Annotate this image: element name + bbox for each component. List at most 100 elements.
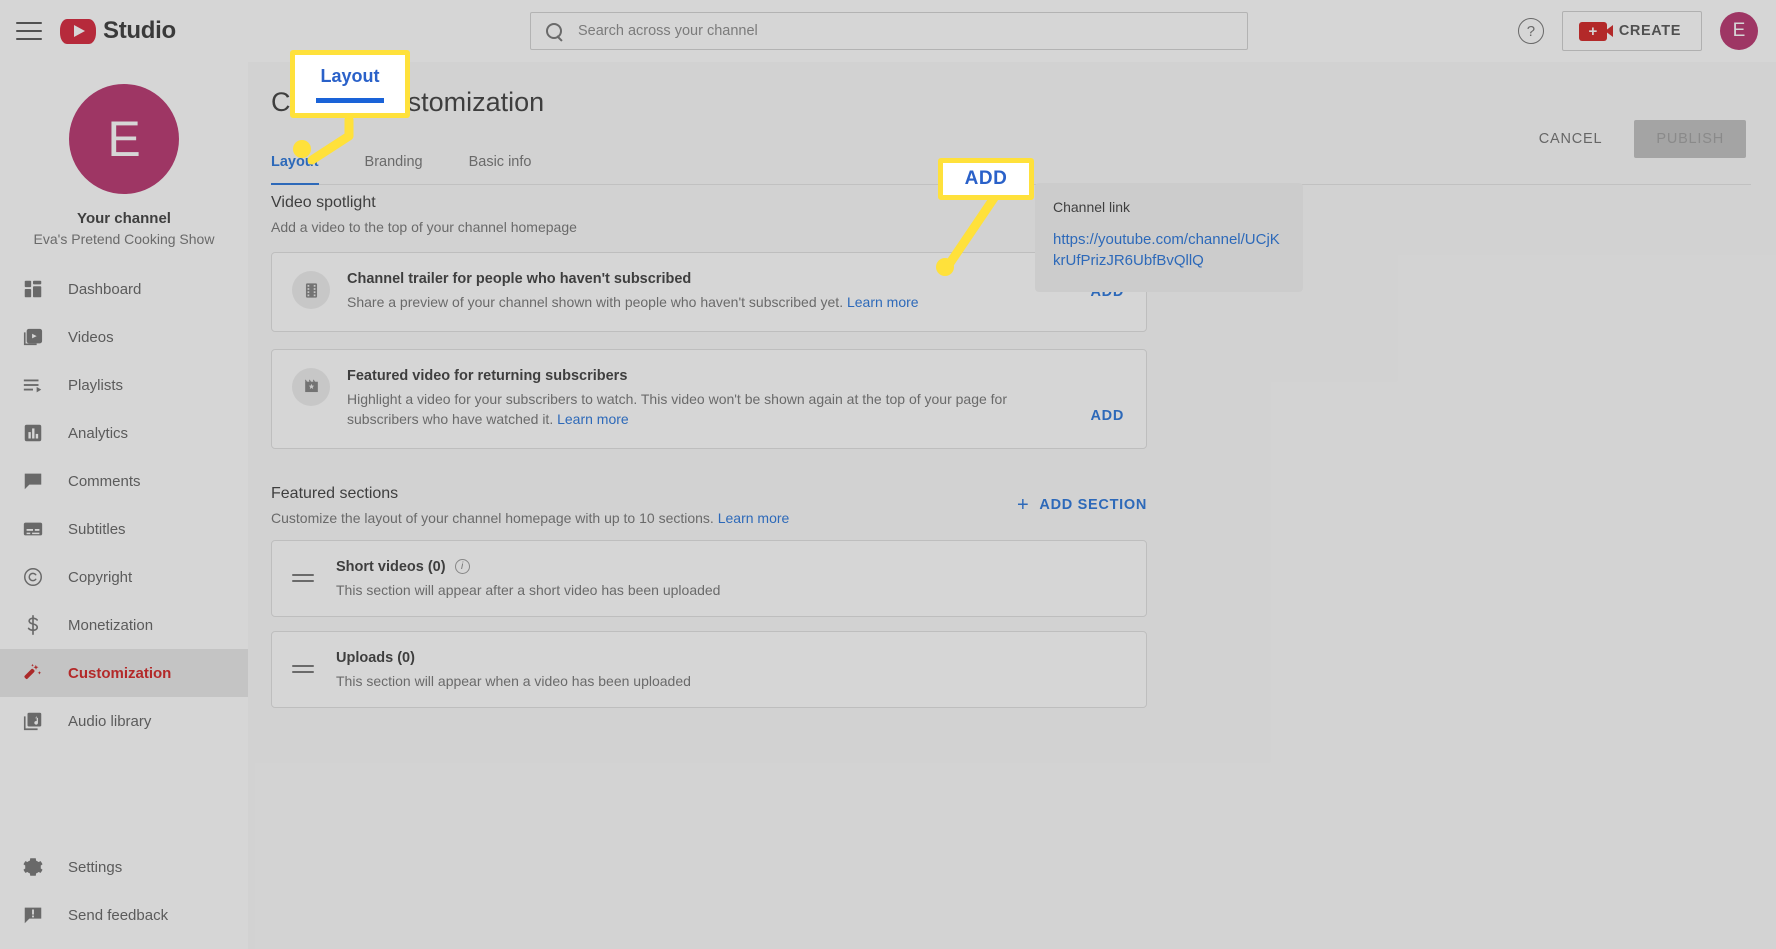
sidebar-item-playlists[interactable]: Playlists [0,361,248,409]
create-button-label: CREATE [1618,23,1681,39]
subtitles-icon [20,516,46,542]
video-spotlight-heading: Video spotlight [271,194,376,211]
sidebar-item-label: Customization [68,664,172,682]
plus-icon: + [1017,493,1030,516]
sidebar: E Your channel Eva's Pretend Cooking Sho… [0,62,248,949]
top-bar-actions: ? + CREATE E [1517,0,1758,62]
dollar-icon [20,612,46,638]
music-library-icon [20,708,46,734]
page-title: Channel customization [271,87,545,117]
sidebar-item-label: Comments [68,472,141,490]
tab-basic-info[interactable]: Basic info [469,142,550,184]
playlist-icon [20,372,46,398]
section-row-description: This section will appear after a short v… [336,581,721,598]
card-title: Featured video for returning subscribers [347,367,628,384]
learn-more-link[interactable]: Learn more [557,411,629,427]
dashboard-icon [20,276,46,302]
sidebar-item-label: Analytics [68,424,129,442]
create-button[interactable]: + CREATE [1561,11,1702,51]
section-row-uploads[interactable]: Uploads (0) This section will appear whe… [271,630,1147,708]
section-row-short-videos[interactable]: Short videos (0) i This section will app… [271,539,1147,617]
search-box[interactable] [530,12,1248,50]
brand-label: Studio [103,17,176,44]
card-description: Highlight a video for your subscribers t… [347,390,1066,430]
comment-icon [20,468,46,494]
section-row-title: Uploads (0) [336,650,691,666]
youtube-studio-logo[interactable]: Studio [60,17,176,45]
channel-summary: E Your channel Eva's Pretend Cooking Sho… [0,62,248,247]
sidebar-item-label: Monetization [68,616,154,634]
section-row-title: Short videos (0) i [336,559,720,575]
channel-link-url[interactable]: https://youtube.com/channel/UCjKkrUfPriz… [1053,229,1285,272]
film-strip-icon [292,271,330,309]
sidebar-item-label: Settings [68,858,123,876]
layout-tab-content: Video spotlight Add a video to the top o… [271,194,1751,708]
card-description-text: Highlight a video for your subscribers t… [347,390,1008,427]
main-content: Channel customization CANCEL PUBLISH Lay… [248,62,1776,949]
hamburger-icon[interactable] [16,22,42,40]
sidebar-item-monetization[interactable]: Monetization [0,601,248,649]
featured-sections-subheading-text: Customize the layout of your channel hom… [271,509,714,526]
sidebar-item-comments[interactable]: Comments [0,457,248,505]
search-container [530,12,1248,50]
add-featured-video-button[interactable]: ADD [1090,408,1124,424]
section-row-body: Short videos (0) i This section will app… [336,559,720,598]
sidebar-item-customization[interactable]: Customization [0,649,248,697]
channel-link-panel: Channel link https://youtube.com/channel… [1035,183,1303,292]
analytics-icon [20,420,46,446]
card-text: Channel trailer for people who haven't s… [347,271,1126,313]
featured-video-card: Featured video for returning subscribers… [271,348,1147,449]
tab-layout[interactable]: Layout [271,142,337,185]
top-bar: Studio ? + CREATE E [0,0,1776,62]
feedback-icon [20,902,46,928]
add-section-button[interactable]: + ADD SECTION [1017,495,1147,515]
sidebar-item-label: Videos [68,328,114,346]
sidebar-item-send-feedback[interactable]: Send feedback [0,891,248,939]
account-avatar[interactable]: E [1720,12,1758,50]
sidebar-item-label: Audio library [68,712,152,730]
card-description-text: Share a preview of your channel shown wi… [347,294,844,310]
featured-sections-header: Featured sections Customize the layout o… [271,485,1147,526]
sidebar-item-copyright[interactable]: Copyright [0,553,248,601]
featured-sections-text: Featured sections Customize the layout o… [271,485,789,526]
featured-video-icon [292,367,330,406]
learn-more-link[interactable]: Learn more [718,510,790,526]
add-section-label: ADD SECTION [1039,496,1147,513]
featured-sections-subheading: Customize the layout of your channel hom… [271,510,789,526]
section-row-title-text: Uploads (0) [336,649,415,666]
section-row-title-text: Short videos (0) [336,558,446,575]
video-spotlight-subheading: Add a video to the top of your channel h… [271,219,577,235]
sidebar-item-subtitles[interactable]: Subtitles [0,505,248,553]
channel-trailer-card: Channel trailer for people who haven't s… [271,252,1147,332]
channel-title: Your channel [77,210,171,227]
info-icon[interactable]: i [454,559,470,575]
app-root: Studio ? + CREATE E E Your channel Eva's… [0,0,1776,949]
drag-handle-icon[interactable] [292,574,314,583]
sidebar-item-analytics[interactable]: Analytics [0,409,248,457]
card-description: Share a preview of your channel shown wi… [347,293,1066,313]
sidebar-item-audio-library[interactable]: Audio library [0,697,248,745]
featured-sections-heading: Featured sections [271,484,399,502]
search-input[interactable] [578,23,1233,39]
tab-branding[interactable]: Branding [365,142,441,184]
gear-icon [20,854,46,880]
magic-wand-icon [20,660,46,686]
sidebar-item-settings[interactable]: Settings [0,843,248,891]
search-icon [545,22,564,41]
video-camera-icon: + [1578,21,1613,41]
channel-link-label: Channel link [1053,199,1131,215]
channel-avatar[interactable]: E [69,84,179,194]
tab-bar: Layout Branding Basic info [271,142,1751,185]
sidebar-bottom-nav: Settings Send feedback [0,843,248,939]
learn-more-link[interactable]: Learn more [847,294,919,310]
drag-handle-icon[interactable] [292,665,314,674]
card-text: Featured video for returning subscribers… [347,368,1126,430]
sidebar-item-label: Playlists [68,376,124,394]
video-icon [20,324,46,350]
sidebar-item-label: Dashboard [68,280,142,298]
sidebar-item-videos[interactable]: Videos [0,313,248,361]
sidebar-nav: Dashboard Videos Playlists Analytics Com… [0,265,248,745]
youtube-play-icon [60,18,96,44]
help-icon[interactable]: ? [1517,18,1544,44]
sidebar-item-dashboard[interactable]: Dashboard [0,265,248,313]
